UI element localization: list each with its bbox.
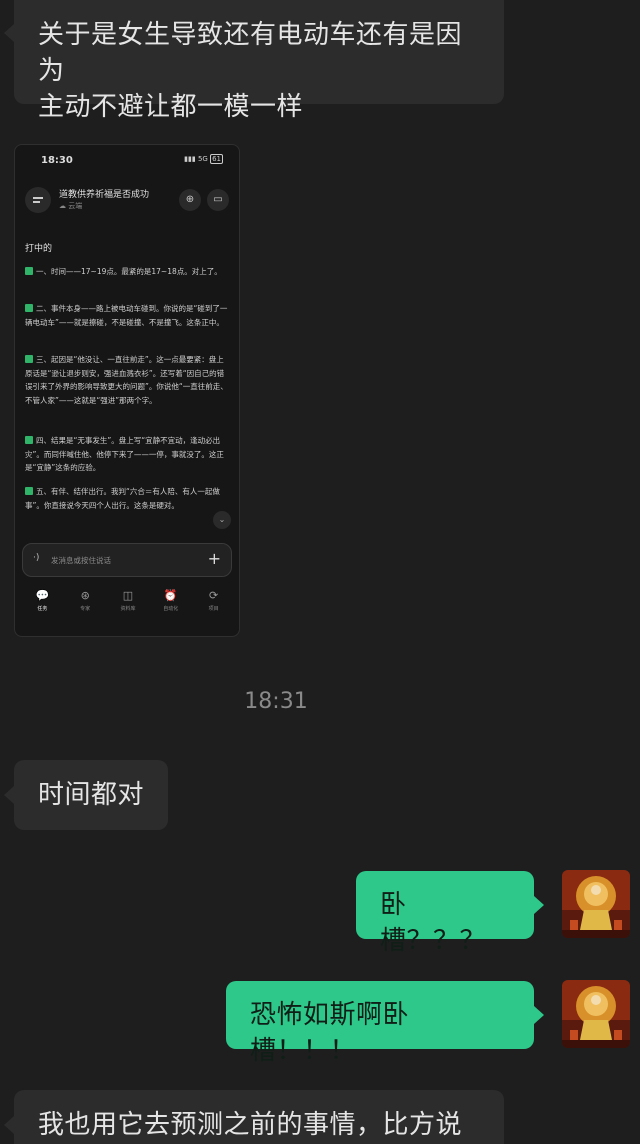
content-paragraph: 三、起因是“他没让、一直往前走”。这一点最要紧：盘上原话是“逊让退步则安，强进血…: [25, 353, 231, 407]
content-heading: 打中的: [25, 244, 53, 254]
menu-icon: [25, 187, 51, 213]
signal-icon: ▮▮▮: [184, 155, 196, 163]
content-paragraph: 四、结果是“无事发生”。盘上写“宜静不宜动，逢动必出灾”。而同伴喊住他、他停下来…: [25, 434, 231, 475]
message-text: 恐怖如斯啊卧槽！！！: [250, 1000, 410, 1066]
timestamp: 18:31: [244, 689, 308, 714]
chat-title: 道教供养祈福是否成功: [59, 190, 150, 200]
message-bubble-outgoing[interactable]: 恐怖如斯啊卧槽！！！: [226, 981, 534, 1066]
message-bubble-incoming[interactable]: 时间都对: [14, 760, 169, 830]
content-paragraph: 一、时间——17~19点。最紧的是17~18点。对上了。: [25, 265, 231, 279]
content-paragraph-text: 五、有伴、结伴出行。我判“六合＝有人陪、有人一起做事”。你直接说今天四个人出行。…: [25, 487, 220, 510]
message-image[interactable]: 18:30 ▮▮▮ 5G 61 道教供养祈福是否成功 ☁ 云端 ⊕ ▭ 打中的 …: [14, 144, 240, 637]
voice-icon: ·): [33, 553, 40, 563]
content-paragraph-text: 四、结果是“无事发生”。盘上写“宜静不宜动，逢动必出灾”。而同伴喊住他、他停下来…: [25, 436, 224, 472]
project-icon: ⟳: [208, 589, 219, 602]
bottom-nav: 💬 任务 ⊛ 专家 ◫ 资料库 ⏰ 自动化 ⟳ 项目: [15, 589, 239, 612]
message-bubble-outgoing[interactable]: 卧槽？？？: [356, 871, 534, 956]
message-text: 时间都对: [38, 780, 145, 810]
new-chat-icon: ⊕: [179, 189, 201, 211]
nav-label: 任务: [37, 606, 48, 612]
input-placeholder: 发消息或按住说话: [51, 556, 111, 565]
content-paragraph-text: 三、起因是“他没让、一直往前走”。这一点最要紧：盘上原话是“逊让退步则安，强进血…: [25, 355, 228, 405]
checkmark-icon: [25, 304, 33, 312]
avatar-image: [562, 870, 630, 938]
network-label: 5G: [197, 155, 208, 163]
message-text-line: 关于是女生导致还有电动车还有是因为: [38, 20, 463, 86]
nav-label: 专家: [80, 606, 91, 612]
bubble-tail: [4, 1116, 14, 1134]
avatar[interactable]: [562, 870, 630, 938]
alarm-icon: ⏰: [163, 589, 178, 602]
scroll-down-icon: ⌄: [213, 511, 231, 529]
plus-icon: +: [207, 549, 221, 568]
battery-icon: 61: [210, 154, 223, 164]
nav-item: 💬 任务: [22, 589, 62, 612]
chat-icon: 💬: [35, 589, 50, 602]
folder-icon: ▭: [207, 189, 229, 211]
avatar-image: [562, 980, 630, 1048]
nav-item: ⏰ 自动化: [151, 589, 191, 612]
bubble-tail: [4, 786, 14, 804]
expert-icon: ⊛: [80, 589, 90, 602]
nav-item: ⟳ 项目: [194, 589, 234, 612]
nav-item: ⊛ 专家: [65, 589, 105, 612]
content-paragraph: 二、事件本身——路上被电动车碰到。你说的是“碰到了一辆电动车”——就是擦碰，不是…: [25, 302, 231, 329]
chat-subtitle-text: 云端: [68, 202, 83, 210]
nav-item: ◫ 资料库: [108, 589, 148, 612]
chat-subtitle: ☁ 云端: [59, 201, 82, 211]
bubble-tail: [534, 896, 544, 914]
checkmark-icon: [25, 436, 33, 444]
checkmark-icon: [25, 267, 33, 275]
content-paragraph: 五、有伴、结伴出行。我判“六合＝有人陪、有人一起做事”。你直接说今天四个人出行。…: [25, 485, 231, 512]
checkmark-icon: [25, 355, 33, 363]
avatar[interactable]: [562, 980, 630, 1048]
message-text-line: 主动不避让都一模一样: [38, 92, 304, 122]
content-paragraph-text: 二、事件本身——路上被电动车碰到。你说的是“碰到了一辆电动车”——就是擦碰，不是…: [25, 304, 228, 327]
status-indicators: ▮▮▮ 5G 61: [184, 154, 223, 164]
book-icon: ◫: [122, 589, 134, 602]
nav-label: 自动化: [163, 606, 179, 612]
nav-label: 资料库: [120, 606, 136, 612]
bubble-tail: [534, 1006, 544, 1024]
message-bubble-incoming[interactable]: 我也用它去预测之前的事情，比方说我: [14, 1090, 504, 1144]
message-text: 卧槽？？？: [380, 890, 487, 956]
status-time: 18:30: [41, 155, 73, 166]
nav-label: 项目: [208, 606, 219, 612]
checkmark-icon: [25, 487, 33, 495]
bubble-tail: [4, 24, 14, 42]
message-text: 我也用它去预测之前的事情，比方说我: [38, 1110, 463, 1140]
message-input-box: ·) 发消息或按住说话 +: [22, 543, 232, 577]
content-paragraph-text: 一、时间——17~19点。最紧的是17~18点。对上了。: [36, 267, 222, 276]
message-bubble-incoming[interactable]: 关于是女生导致还有电动车还有是因为 主动不避让都一模一样: [14, 0, 504, 122]
cloud-icon: ☁: [59, 202, 66, 210]
